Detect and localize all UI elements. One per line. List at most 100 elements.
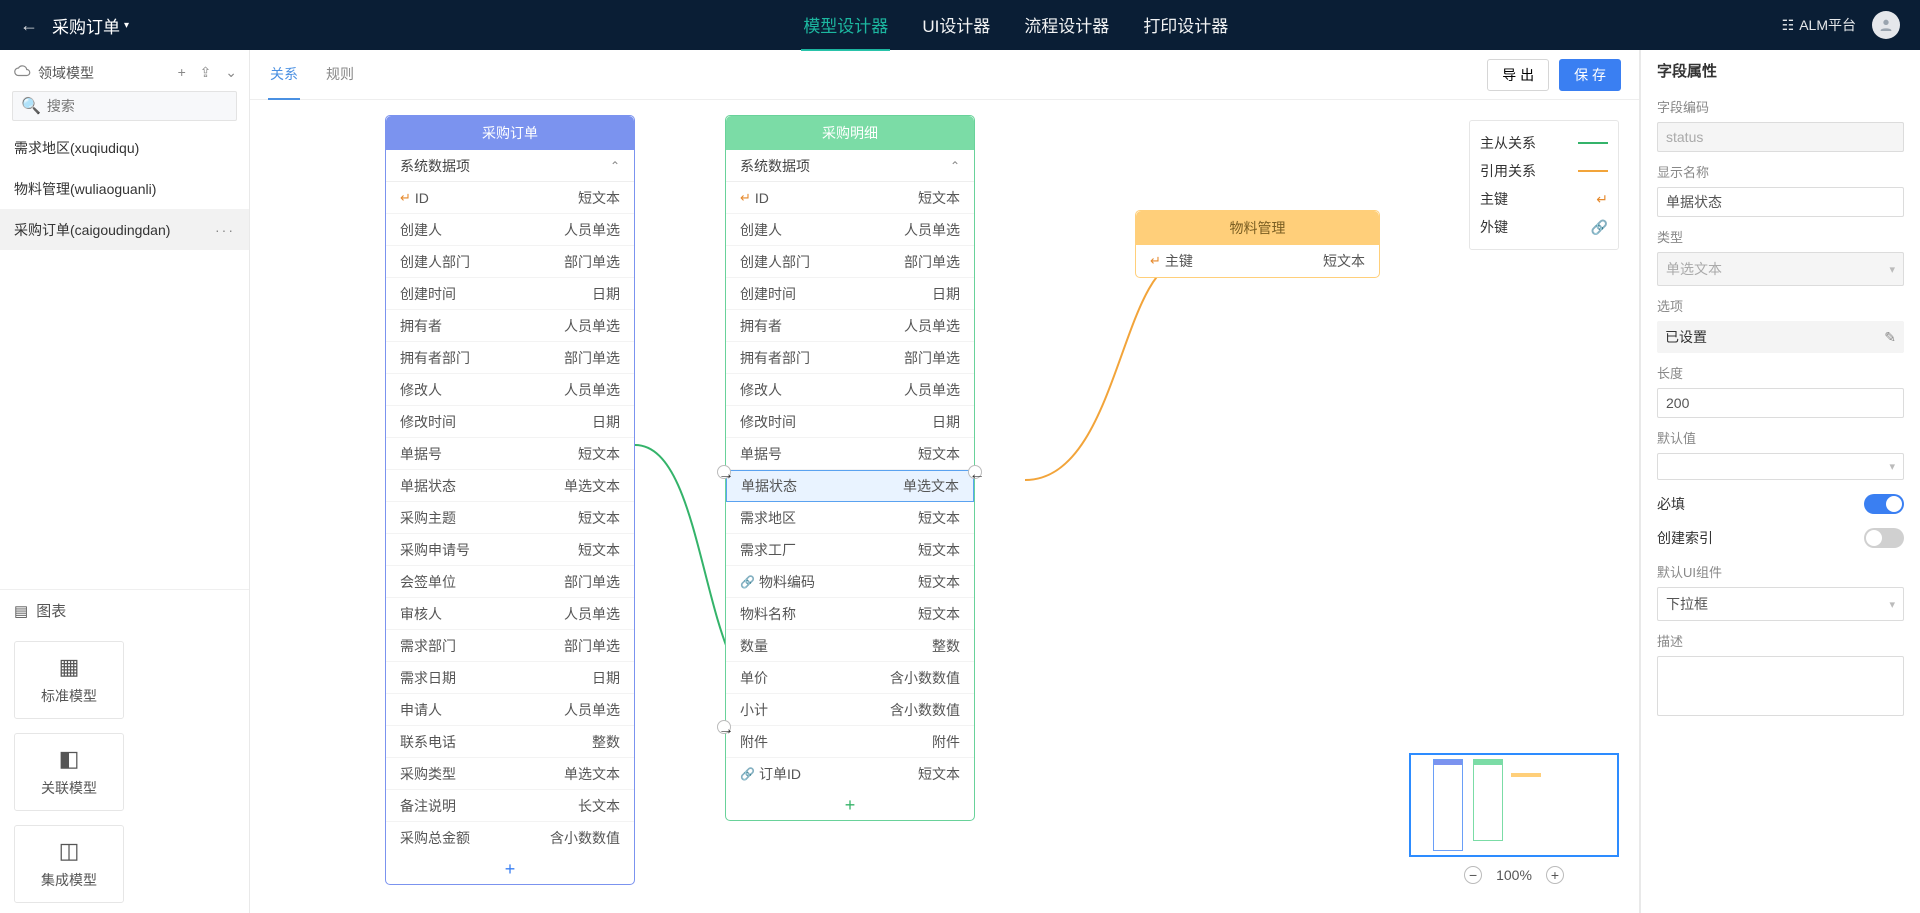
field-row[interactable]: 采购总金额含小数数值: [386, 822, 634, 854]
grid-icon: ☷: [1782, 17, 1795, 34]
sidebar-item[interactable]: 需求地区(xuqiudiqu): [0, 127, 249, 168]
avatar[interactable]: [1872, 11, 1900, 39]
field-row[interactable]: 小计含小数数值: [726, 694, 974, 726]
add-icon[interactable]: +: [178, 64, 186, 80]
tab-relation[interactable]: 关系: [268, 50, 300, 100]
entity-purchase-detail[interactable]: 采购明细 系统数据项⌃ ↵ID短文本创建人人员单选创建人部门部门单选创建时间日期…: [725, 115, 975, 821]
more-icon[interactable]: ···: [215, 222, 235, 238]
field-row[interactable]: 单据号短文本: [726, 438, 974, 470]
tab-model-designer[interactable]: 模型设计器: [801, 0, 890, 51]
length-input[interactable]: [1657, 388, 1904, 418]
relation-icon: ◧: [59, 746, 80, 772]
field-row[interactable]: 创建人部门部门单选: [726, 246, 974, 278]
field-row[interactable]: ↵ID短文本: [726, 182, 974, 214]
minimap-view[interactable]: [1409, 753, 1619, 857]
required-toggle[interactable]: [1864, 494, 1904, 514]
port[interactable]: →: [717, 465, 731, 479]
sidebar-item[interactable]: 物料管理(wuliaoguanli): [0, 168, 249, 209]
field-row[interactable]: 单据号短文本: [386, 438, 634, 470]
options-cell[interactable]: 已设置✎: [1657, 321, 1904, 353]
page-title[interactable]: 采购订单▾: [52, 13, 129, 38]
field-row[interactable]: 创建人人员单选: [726, 214, 974, 246]
field-row[interactable]: 创建人部门部门单选: [386, 246, 634, 278]
field-row[interactable]: 单价含小数数值: [726, 662, 974, 694]
sidebar-item[interactable]: 采购订单(caigoudingdan)···: [0, 209, 249, 250]
field-row[interactable]: 单据状态单选文本: [386, 470, 634, 502]
tab-rule[interactable]: 规则: [324, 50, 356, 100]
back-icon[interactable]: ←: [20, 15, 38, 36]
field-row[interactable]: 创建时间日期: [726, 278, 974, 310]
card-standard-model[interactable]: ▦标准模型: [14, 641, 124, 719]
legend-master-line: [1578, 142, 1608, 144]
label-ui: 默认UI组件: [1657, 562, 1904, 581]
zoom-value: 100%: [1496, 867, 1532, 883]
ui-select[interactable]: 下拉框▾: [1657, 587, 1904, 621]
field-row[interactable]: 附件附件: [726, 726, 974, 758]
field-row[interactable]: 审核人人员单选: [386, 598, 634, 630]
entity-purchase-order[interactable]: 采购订单 系统数据项⌃ ↵ID短文本创建人人员单选创建人部门部门单选创建时间日期…: [385, 115, 635, 885]
field-row[interactable]: 🔗订单ID短文本: [726, 758, 974, 790]
field-row[interactable]: 修改人人员单选: [386, 374, 634, 406]
field-row[interactable]: 备注说明长文本: [386, 790, 634, 822]
field-code-input: [1657, 122, 1904, 152]
field-row[interactable]: 拥有者人员单选: [726, 310, 974, 342]
save-button[interactable]: 保 存: [1559, 59, 1621, 91]
chevron-up-icon: ⌃: [610, 159, 620, 173]
field-row[interactable]: 🔗物料编码短文本: [726, 566, 974, 598]
field-row[interactable]: 会签单位部门单选: [386, 566, 634, 598]
entity-section-header[interactable]: 系统数据项⌃: [726, 150, 974, 182]
display-name-input[interactable]: [1657, 187, 1904, 217]
upload-icon[interactable]: ⇪: [200, 64, 212, 80]
field-row[interactable]: 物料名称短文本: [726, 598, 974, 630]
platform-link[interactable]: ☷ ALM平台: [1782, 15, 1856, 35]
card-integration-model[interactable]: ◫集成模型: [14, 825, 124, 903]
default-select[interactable]: ▾: [1657, 453, 1904, 480]
field-row[interactable]: 修改人人员单选: [726, 374, 974, 406]
tab-flow-designer[interactable]: 流程设计器: [1022, 0, 1111, 51]
field-row[interactable]: 申请人人员单选: [386, 694, 634, 726]
search-input[interactable]: 🔍: [12, 91, 237, 121]
add-field-button[interactable]: +: [726, 790, 974, 820]
field-row[interactable]: 修改时间日期: [726, 406, 974, 438]
field-row[interactable]: 创建时间日期: [386, 278, 634, 310]
field-row[interactable]: 需求工厂短文本: [726, 534, 974, 566]
type-select: 单选文本▾: [1657, 252, 1904, 286]
pk-icon: ↵: [1150, 253, 1161, 269]
field-row[interactable]: 数量整数: [726, 630, 974, 662]
field-row[interactable]: 需求地区短文本: [726, 502, 974, 534]
field-row[interactable]: 联系电话整数: [386, 726, 634, 758]
edit-icon[interactable]: ✎: [1884, 329, 1896, 346]
field-row[interactable]: 采购申请号短文本: [386, 534, 634, 566]
entity-title: 物料管理: [1136, 211, 1379, 245]
port[interactable]: ←: [968, 465, 982, 479]
field-row[interactable]: 修改时间日期: [386, 406, 634, 438]
zoom-out-button[interactable]: −: [1464, 866, 1482, 884]
add-field-button[interactable]: +: [386, 854, 634, 884]
field-row[interactable]: 拥有者部门部门单选: [726, 342, 974, 374]
field-row[interactable]: 单据状态单选文本: [726, 470, 974, 502]
field-row[interactable]: 拥有者人员单选: [386, 310, 634, 342]
canvas[interactable]: 采购订单 系统数据项⌃ ↵ID短文本创建人人员单选创建人部门部门单选创建时间日期…: [250, 100, 1639, 913]
field-row[interactable]: 采购主题短文本: [386, 502, 634, 534]
entity-material[interactable]: 物料管理 ↵主键 短文本: [1135, 210, 1380, 278]
field-row[interactable]: 采购类型单选文本: [386, 758, 634, 790]
field-row[interactable]: ↵主键 短文本: [1136, 245, 1379, 277]
tab-print-designer[interactable]: 打印设计器: [1141, 0, 1230, 51]
caret-down-icon: ▾: [1889, 598, 1895, 611]
fk-icon: 🔗: [740, 767, 755, 781]
entity-section-header[interactable]: 系统数据项⌃: [386, 150, 634, 182]
field-row[interactable]: ↵ID短文本: [386, 182, 634, 214]
export-button[interactable]: 导 出: [1487, 59, 1549, 91]
card-relation-model[interactable]: ◧关联模型: [14, 733, 124, 811]
field-row[interactable]: 创建人人员单选: [386, 214, 634, 246]
port[interactable]: →: [717, 720, 731, 734]
field-row[interactable]: 拥有者部门部门单选: [386, 342, 634, 374]
field-row[interactable]: 需求部门部门单选: [386, 630, 634, 662]
zoom-in-button[interactable]: +: [1546, 866, 1564, 884]
header-tabs: 模型设计器 UI设计器 流程设计器 打印设计器: [250, 0, 1782, 51]
field-row[interactable]: 需求日期日期: [386, 662, 634, 694]
index-toggle[interactable]: [1864, 528, 1904, 548]
desc-textarea[interactable]: [1657, 656, 1904, 716]
tab-ui-designer[interactable]: UI设计器: [920, 0, 992, 51]
chevron-down-icon[interactable]: ⌄: [225, 64, 237, 80]
